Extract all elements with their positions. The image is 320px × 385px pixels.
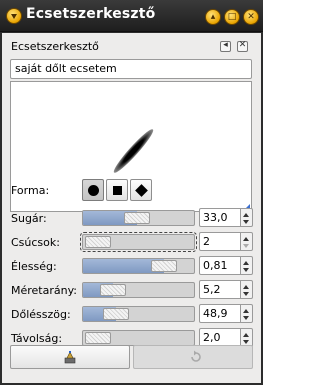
radius-value[interactable]: 33,0: [199, 208, 241, 227]
shape-diamond-button[interactable]: [130, 179, 152, 201]
spacing-label: Távolság:: [11, 332, 63, 345]
radius-slider-handle[interactable]: [124, 212, 150, 224]
shape-label: Forma:: [11, 184, 50, 197]
radius-label: Sugár:: [11, 212, 47, 225]
aspect-ratio-value[interactable]: 5,2: [199, 280, 241, 299]
radius-slider[interactable]: [82, 210, 195, 226]
aspect-ratio-spinner[interactable]: [241, 280, 253, 299]
close-icon[interactable]: ✕: [243, 9, 259, 25]
diamond-icon: [135, 184, 148, 197]
dock-panel: Ecsetszerkesztő ◂ ✕ saját dőlt ecsetem F…: [2, 33, 261, 383]
aspect-ratio-slider[interactable]: [82, 282, 195, 298]
revert-icon: [191, 350, 201, 362]
revert-brush-button[interactable]: [133, 345, 253, 369]
spikes-slider-handle[interactable]: [85, 236, 111, 248]
angle-slider-handle[interactable]: [103, 308, 129, 320]
spacing-slider-handle[interactable]: [85, 332, 111, 344]
brush-name-input[interactable]: saját dőlt ecsetem: [10, 59, 252, 79]
angle-spinner[interactable]: [241, 304, 253, 323]
hardness-label: Élesség:: [11, 260, 57, 273]
window-title: Ecsetszerkesztő: [26, 6, 156, 22]
aspect-ratio-slider-handle[interactable]: [100, 284, 126, 296]
title-bar[interactable]: Ecsetszerkesztő ▴ □ ✕: [0, 0, 263, 32]
brush-edit-icon: [64, 351, 76, 364]
brush-editor-window: Ecsetszerkesztő ▴ □ ✕ Ecsetszerkesztő ◂ …: [0, 0, 263, 385]
close-dock-icon[interactable]: ✕: [237, 40, 248, 52]
brush-preview-shape: [110, 126, 157, 176]
hardness-slider-handle[interactable]: [151, 260, 177, 272]
dock-title: Ecsetszerkesztő: [11, 40, 99, 53]
spikes-spinner[interactable]: [241, 232, 253, 251]
hardness-slider[interactable]: [82, 258, 195, 274]
angle-label: Dőlésszög:: [11, 308, 71, 321]
edit-brush-button[interactable]: [10, 345, 130, 369]
spikes-value[interactable]: 2: [199, 232, 241, 251]
angle-value[interactable]: 48,9: [199, 304, 241, 323]
shape-circle-button[interactable]: [82, 179, 104, 201]
radius-spinner[interactable]: [241, 208, 253, 227]
spikes-label: Csúcsok:: [11, 236, 60, 249]
hardness-value[interactable]: 0,81: [199, 256, 241, 275]
hardness-spinner[interactable]: [241, 256, 253, 275]
circle-icon: [88, 185, 99, 196]
shade-icon[interactable]: ▴: [205, 9, 221, 25]
tab-menu-icon[interactable]: ◂: [220, 40, 231, 52]
square-icon: [113, 186, 122, 195]
maximize-icon[interactable]: □: [224, 9, 240, 25]
angle-slider[interactable]: [82, 306, 195, 322]
spacing-slider[interactable]: [82, 330, 195, 346]
spikes-slider[interactable]: [80, 232, 197, 252]
aspect-ratio-label: Méretarány:: [11, 284, 78, 297]
window-menu-icon[interactable]: [6, 8, 22, 24]
shape-square-button[interactable]: [106, 179, 128, 201]
